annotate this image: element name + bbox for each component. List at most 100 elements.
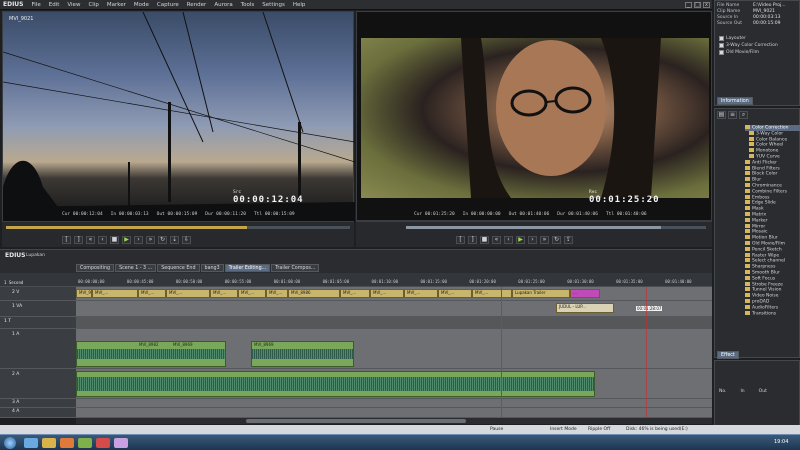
lane-3a[interactable] <box>76 399 712 408</box>
set-out-button[interactable]: ] <box>74 236 83 244</box>
video-clip[interactable]: Lupakan Trailer <box>512 289 570 298</box>
effect-tree-label: Tunnel Vision <box>752 287 782 293</box>
rec-rewind-button[interactable]: « <box>492 236 501 244</box>
maximize-button[interactable]: □ <box>694 2 701 8</box>
edius-taskbar-icon[interactable] <box>78 438 92 448</box>
menu-marker[interactable]: Marker <box>103 2 130 8</box>
video-clip[interactable]: MVI_... <box>266 289 288 298</box>
video-clip[interactable]: MVI_... <box>340 289 370 298</box>
rec-set-out-button[interactable]: ] <box>468 236 477 244</box>
rec-stop-button[interactable]: ■ <box>480 236 489 244</box>
folder-icon[interactable]: ▤ <box>717 111 726 119</box>
insert-button[interactable]: ⇣ <box>170 236 179 244</box>
menu-tools[interactable]: Tools <box>237 2 259 8</box>
rec-step-forward-button[interactable]: › <box>528 236 537 244</box>
video-clip[interactable]: MVI_... <box>92 289 138 298</box>
scale-label[interactable]: 1 Second <box>4 280 23 285</box>
menu-help[interactable]: Help <box>289 2 310 8</box>
timeline-scrollbar[interactable] <box>76 418 712 424</box>
sequence-tab[interactable]: Scene 1 - 3 ... <box>115 264 157 272</box>
title-clip[interactable]: JUDUL - LUP... <box>556 303 614 313</box>
rec-step-back-button[interactable]: ‹ <box>504 236 513 244</box>
recorder-monitor[interactable]: Rec 00:01:25:20 <box>356 11 712 221</box>
overwrite-button[interactable]: ⇩ <box>182 236 191 244</box>
list-view-icon[interactable]: ≡ <box>728 111 737 119</box>
effect-row[interactable]: Old Movie/Film <box>719 49 795 56</box>
play-button[interactable]: ▶ <box>122 236 131 244</box>
video-clip[interactable]: MVI_... <box>238 289 266 298</box>
menu-view[interactable]: View <box>63 2 84 8</box>
fast-forward-button[interactable]: » <box>146 236 155 244</box>
tab-effect[interactable]: Effect <box>717 351 739 359</box>
step-back-button[interactable]: ‹ <box>98 236 107 244</box>
sequence-tab[interactable]: bang3 <box>200 264 224 272</box>
sequence-tab[interactable]: Compositing <box>76 264 115 272</box>
menu-capture[interactable]: Capture <box>153 2 183 8</box>
player-scrub-slider[interactable] <box>6 226 350 229</box>
track-header-4a[interactable]: 4 A <box>0 408 76 418</box>
set-in-button[interactable]: [ <box>62 236 71 244</box>
step-forward-button[interactable]: › <box>134 236 143 244</box>
recorder-scrub-slider[interactable] <box>406 226 706 229</box>
player-monitor[interactable]: MVI_9021 Src 00:00:12:04 <box>2 11 355 222</box>
timeline-tracks[interactable]: MVI_9...MVI_...MVI_...MVI_...MVI_...MVI_… <box>76 287 712 418</box>
timeline-cursor[interactable] <box>501 287 502 418</box>
scroll-thumb[interactable] <box>246 419 466 423</box>
lane-1va[interactable] <box>76 301 712 317</box>
menu-settings[interactable]: Settings <box>258 2 289 8</box>
media-player-icon[interactable] <box>60 438 74 448</box>
tab-information[interactable]: Information <box>717 97 753 105</box>
track-header-1va[interactable]: 1 VA <box>0 301 76 317</box>
effect-tree-item[interactable]: Transitions <box>745 310 800 317</box>
track-header-1t[interactable]: 1 T <box>0 317 76 329</box>
minimize-button[interactable]: _ <box>685 2 692 8</box>
video-clip[interactable]: MVI_8986 <box>288 289 340 298</box>
menu-mode[interactable]: Mode <box>130 2 153 8</box>
rec-loop-button[interactable]: ↻ <box>552 236 561 244</box>
menu-file[interactable]: File <box>28 2 45 8</box>
track-header-2v[interactable]: 2 V <box>0 287 76 301</box>
track-header-3a[interactable]: 3 A <box>0 399 76 408</box>
video-clip[interactable]: MVI_... <box>438 289 472 298</box>
folder-icon <box>745 310 750 315</box>
video-clip[interactable]: MVI_... <box>166 289 210 298</box>
rewind-button[interactable]: « <box>86 236 95 244</box>
start-button-icon[interactable] <box>4 437 16 449</box>
rec-export-button[interactable]: ⇪ <box>564 236 573 244</box>
timeline-ruler[interactable]: 1 Second 00:00:00;00 00:00:45:00 00:00:50:… <box>0 273 712 287</box>
audio-clip[interactable]: MVI_8969 <box>251 341 354 367</box>
video-clip[interactable]: MVI_... <box>404 289 438 298</box>
lane-1t[interactable] <box>76 317 712 329</box>
stop-button[interactable]: ■ <box>110 236 119 244</box>
menu-aurora[interactable]: Aurora <box>210 2 236 8</box>
menu-render[interactable]: Render <box>183 2 211 8</box>
menu-edit[interactable]: Edit <box>45 2 64 8</box>
sequence-tab[interactable]: Trailer Compos... <box>271 264 320 272</box>
loop-button[interactable]: ↻ <box>158 236 167 244</box>
lane-4a[interactable] <box>76 408 712 418</box>
app-icon[interactable] <box>114 438 128 448</box>
rec-play-button[interactable]: ▶ <box>516 236 525 244</box>
menu-clip[interactable]: Clip <box>84 2 102 8</box>
rec-set-in-button[interactable]: [ <box>456 236 465 244</box>
folder-icon[interactable] <box>42 438 56 448</box>
browser-icon[interactable] <box>24 438 38 448</box>
track-header-1a[interactable]: 1 A <box>0 329 76 369</box>
video-clip[interactable]: MVI_... <box>210 289 238 298</box>
sequence-tab[interactable]: Trailer Editing... <box>224 264 271 272</box>
video-clip[interactable]: MVI_... <box>138 289 166 298</box>
effect-row[interactable]: 3-Way Color Correction <box>719 42 795 49</box>
track-header-2a[interactable]: 2 A <box>0 369 76 399</box>
app-icon[interactable] <box>96 438 110 448</box>
video-clip[interactable]: MVI_9... <box>76 289 92 298</box>
video-clip[interactable]: MVI_... <box>472 289 512 298</box>
close-button[interactable]: x <box>703 2 710 8</box>
search-icon[interactable]: ⌕ <box>739 111 748 119</box>
video-clip[interactable]: MVI_... <box>370 289 404 298</box>
video-clip[interactable]: ... <box>570 289 600 298</box>
audio-clip-music[interactable] <box>76 371 595 397</box>
rec-fast-forward-button[interactable]: » <box>540 236 549 244</box>
sequence-tab[interactable]: Sequence End <box>157 264 200 272</box>
effect-row[interactable]: Layouter <box>719 35 795 42</box>
audio-clip[interactable]: MVI_8982 MVI_8969 <box>76 341 226 367</box>
